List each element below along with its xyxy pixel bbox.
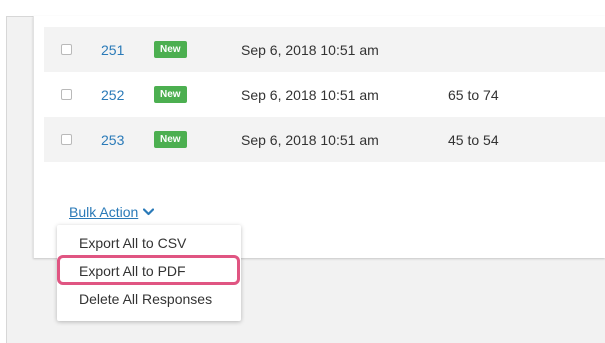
bulk-action-label: Bulk Action [69, 204, 139, 220]
menu-item-export-csv[interactable]: Export All to CSV [79, 235, 186, 251]
row-checkbox[interactable] [61, 44, 72, 55]
menu-item-delete-all[interactable]: Delete All Responses [79, 291, 212, 307]
response-id-link[interactable]: 253 [101, 132, 124, 148]
table-row: 253 New Sep 6, 2018 10:51 am 45 to 54 [44, 117, 605, 162]
status-badge: New [154, 131, 187, 148]
highlight-outline [57, 255, 240, 285]
status-badge: New [154, 86, 187, 103]
table-row: 252 New Sep 6, 2018 10:51 am 65 to 74 [44, 72, 605, 117]
response-date: Sep 6, 2018 10:51 am [241, 41, 379, 58]
status-badge: New [154, 41, 187, 58]
response-id-link[interactable]: 252 [101, 87, 124, 103]
response-date: Sep 6, 2018 10:51 am [241, 131, 379, 148]
row-checkbox[interactable] [61, 89, 72, 100]
response-date: Sep 6, 2018 10:51 am [241, 86, 379, 103]
row-checkbox[interactable] [61, 134, 72, 145]
response-id-link[interactable]: 251 [101, 42, 124, 58]
table-row: 251 New Sep 6, 2018 10:51 am [44, 27, 605, 72]
chevron-down-icon [143, 203, 155, 219]
responses-card: 251 New Sep 6, 2018 10:51 am 252 New Sep… [33, 16, 605, 258]
bulk-action-button[interactable]: Bulk Action [69, 203, 155, 220]
response-age: 45 to 54 [448, 131, 499, 148]
response-age: 65 to 74 [448, 86, 499, 103]
